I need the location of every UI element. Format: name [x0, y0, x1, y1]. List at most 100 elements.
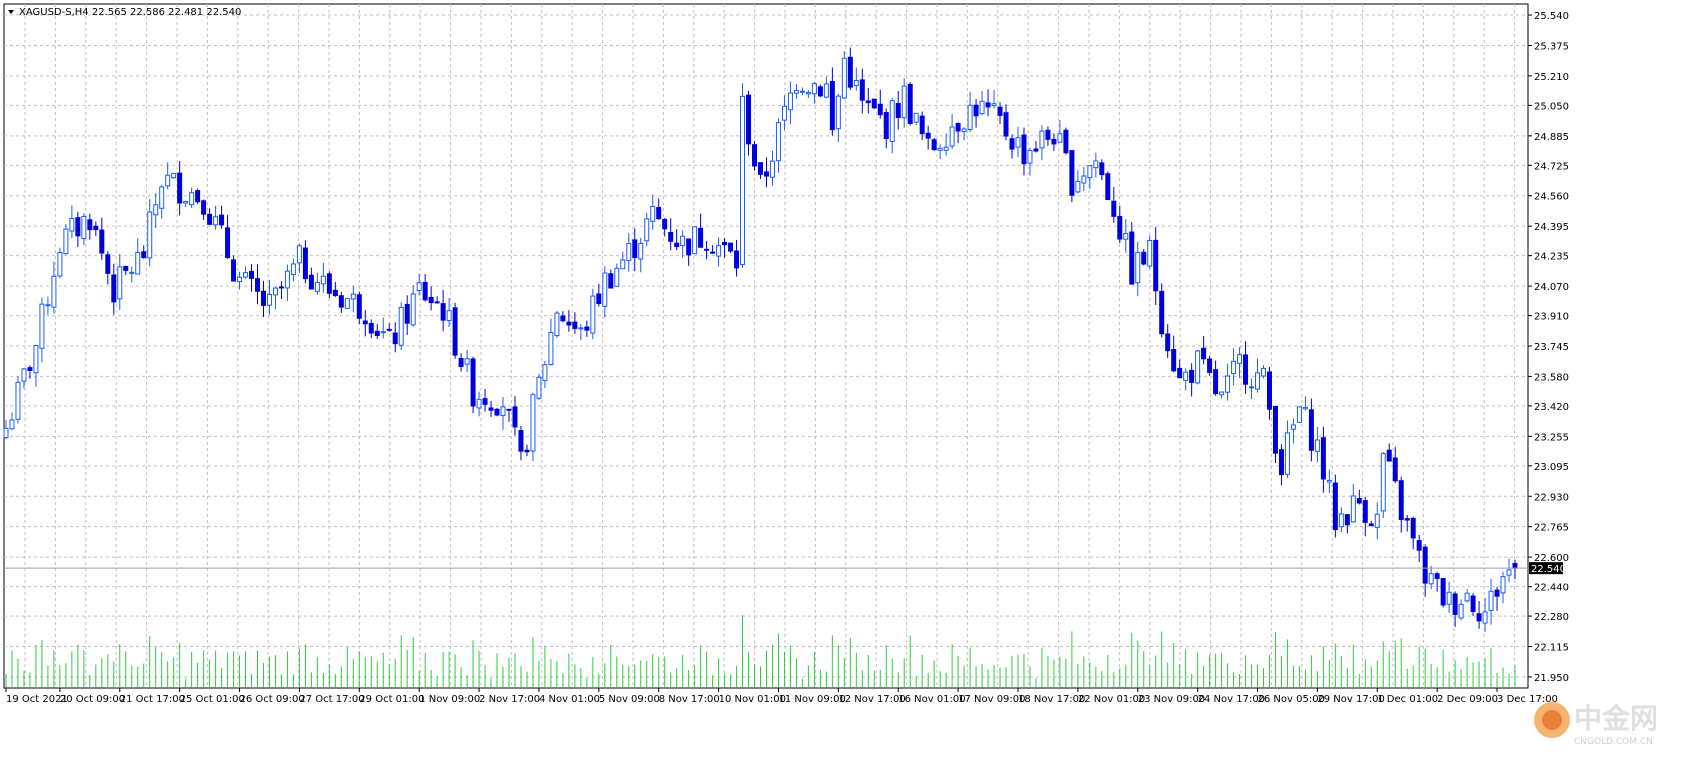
candle-body-bull[interactable]	[9, 419, 15, 430]
candle-body-bear[interactable]	[428, 296, 434, 304]
candle-body-bull[interactable]	[1075, 180, 1081, 193]
candle-body-bull[interactable]	[835, 95, 841, 130]
candle-body-bull[interactable]	[1039, 130, 1045, 149]
candle-body-bear[interactable]	[326, 273, 332, 294]
candle-body-bull[interactable]	[117, 266, 123, 300]
candle-body-bull[interactable]	[1225, 375, 1231, 393]
candle-body-bear[interactable]	[255, 278, 260, 292]
candle-body-bull[interactable]	[1147, 239, 1153, 267]
candle-body-bull[interactable]	[380, 331, 386, 334]
candle-body-bull[interactable]	[39, 303, 45, 349]
candle-body-bull[interactable]	[410, 293, 416, 326]
candle-body-bull[interactable]	[554, 312, 560, 337]
candle-body-bull[interactable]	[1195, 350, 1201, 384]
candle-body-bear[interactable]	[368, 322, 374, 334]
candle-body-bear[interactable]	[1320, 437, 1326, 480]
candle-body-bear[interactable]	[1201, 347, 1207, 360]
candle-body-bull[interactable]	[15, 381, 21, 420]
candle-body-bear[interactable]	[865, 100, 871, 104]
candle-body-bear[interactable]	[1266, 371, 1272, 410]
candle-body-bull[interactable]	[949, 126, 955, 147]
candle-body-bear[interactable]	[1045, 129, 1051, 140]
candle-body-bear[interactable]	[392, 332, 398, 345]
candle-body-bull[interactable]	[500, 406, 506, 417]
candle-body-bear[interactable]	[973, 104, 979, 117]
candle-body-bear[interactable]	[404, 303, 410, 324]
candle-body-bear[interactable]	[1069, 150, 1075, 196]
candle-body-bull[interactable]	[147, 211, 153, 259]
candle-body-bull[interactable]	[650, 205, 656, 222]
candle-body-bear[interactable]	[1440, 578, 1446, 606]
candle-body-bear[interactable]	[1165, 333, 1171, 352]
candle-body-bull[interactable]	[805, 92, 811, 95]
candle-body-bear[interactable]	[458, 357, 464, 367]
candle-body-bull[interactable]	[69, 217, 75, 232]
candle-body-bull[interactable]	[1500, 576, 1506, 594]
candle-body-bear[interactable]	[1117, 216, 1123, 240]
candle-body-bull[interactable]	[1057, 133, 1063, 143]
candle-body-bear[interactable]	[1308, 409, 1314, 451]
candle-body-bear[interactable]	[1213, 369, 1219, 395]
candle-body-bull[interactable]	[296, 245, 302, 264]
candle-body-bear[interactable]	[278, 286, 284, 289]
candle-body-bear[interactable]	[332, 289, 338, 297]
candle-body-bear[interactable]	[1111, 200, 1117, 217]
candle-body-bear[interactable]	[931, 139, 937, 151]
candle-body-bull[interactable]	[314, 281, 320, 292]
candle-body-bull[interactable]	[1458, 603, 1464, 619]
candle-body-bull[interactable]	[1261, 367, 1266, 377]
candle-body-bull[interactable]	[1284, 432, 1290, 475]
candle-body-bear[interactable]	[1398, 480, 1404, 521]
candle-body-bear[interactable]	[1368, 523, 1374, 527]
candle-body-bear[interactable]	[207, 213, 213, 225]
candle-body-bull[interactable]	[416, 282, 422, 292]
candle-body-bear[interactable]	[1452, 593, 1458, 615]
candle-body-bear[interactable]	[566, 321, 572, 326]
candle-body-bull[interactable]	[889, 100, 895, 142]
candle-body-bear[interactable]	[1362, 500, 1368, 523]
candle-body-bear[interactable]	[1272, 405, 1278, 454]
candle-body-bear[interactable]	[1159, 290, 1165, 335]
candle-body-bull[interactable]	[344, 298, 350, 309]
candle-body-bull[interactable]	[799, 90, 805, 93]
candle-body-bear[interactable]	[111, 274, 117, 303]
candle-body-bear[interactable]	[434, 301, 440, 304]
candle-body-bull[interactable]	[171, 172, 177, 179]
candle-body-bull[interactable]	[692, 226, 698, 255]
candle-body-bull[interactable]	[823, 83, 829, 98]
candle-body-bull[interactable]	[1380, 453, 1386, 512]
candle-body-bear[interactable]	[1063, 129, 1069, 154]
candle-body-bull[interactable]	[63, 228, 69, 255]
candle-body-bear[interactable]	[506, 408, 512, 411]
candle-body-bull[interactable]	[781, 105, 787, 121]
candle-body-bull[interactable]	[979, 100, 985, 115]
candle-body-bear[interactable]	[338, 295, 344, 308]
candle-body-bull[interactable]	[1015, 137, 1021, 148]
candle-body-bull[interactable]	[811, 83, 817, 95]
price-chart[interactable]: 25.540 25.375 25.210 25.050 24.885 24.725 24.5…	[0, 0, 1685, 766]
candle-body-bull[interactable]	[1123, 233, 1129, 240]
candle-body-bear[interactable]	[1392, 457, 1398, 482]
candle-body-bear[interactable]	[925, 132, 931, 139]
candle-body-bull[interactable]	[548, 331, 554, 365]
candle-body-bear[interactable]	[662, 218, 668, 230]
candle-body-bear[interactable]	[440, 303, 446, 321]
candle-body-bear[interactable]	[560, 315, 566, 322]
candle-body-bear[interactable]	[386, 328, 392, 331]
candle-body-bear[interactable]	[225, 227, 231, 259]
candle-body-bull[interactable]	[1350, 495, 1356, 523]
candle-body-bear[interactable]	[75, 217, 81, 237]
candle-body-bear[interactable]	[859, 79, 865, 101]
candle-body-bear[interactable]	[195, 190, 201, 203]
candle-body-bull[interactable]	[542, 364, 548, 382]
candle-body-bear[interactable]	[1033, 148, 1039, 152]
candle-body-bull[interactable]	[1219, 391, 1225, 396]
candle-body-bear[interactable]	[249, 270, 255, 279]
candle-body-bull[interactable]	[536, 376, 542, 399]
candle-body-bull[interactable]	[1488, 590, 1494, 611]
candle-body-bear[interactable]	[1386, 449, 1392, 462]
candle-body-bear[interactable]	[596, 293, 602, 305]
candle-body-bull[interactable]	[1081, 175, 1087, 184]
candle-body-bear[interactable]	[105, 254, 111, 274]
candle-body-bear[interactable]	[201, 200, 207, 215]
